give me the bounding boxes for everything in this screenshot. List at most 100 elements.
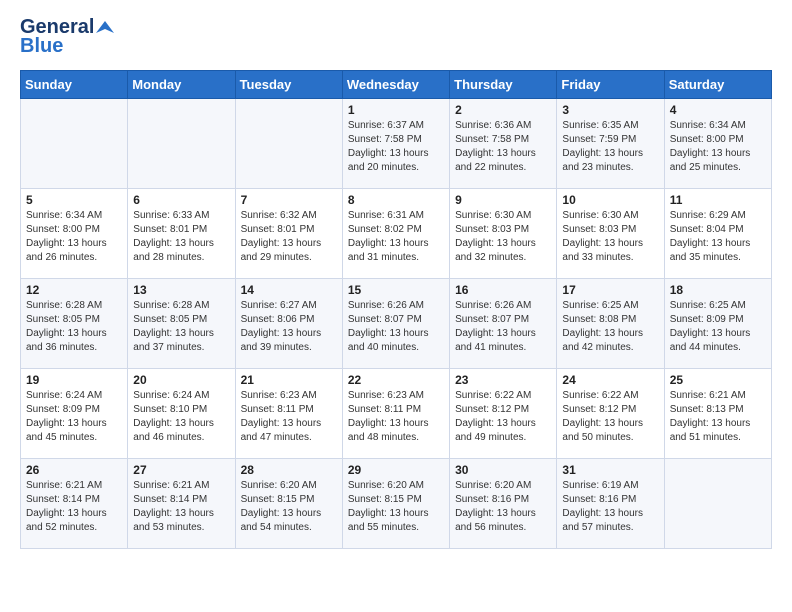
calendar-cell: 2 Sunrise: 6:36 AM Sunset: 7:58 PM Daylig… bbox=[450, 99, 557, 189]
calendar-cell: 15 Sunrise: 6:26 AM Sunset: 8:07 PM Dayli… bbox=[342, 279, 449, 369]
day-info: Sunrise: 6:28 AM Sunset: 8:05 PM Dayligh… bbox=[133, 299, 229, 355]
calendar-cell: 21 Sunrise: 6:23 AM Sunset: 8:11 PM Dayli… bbox=[235, 369, 342, 459]
day-info: Sunrise: 6:27 AM Sunset: 8:06 PM Dayligh… bbox=[241, 299, 337, 355]
day-info: Sunrise: 6:30 AM Sunset: 8:03 PM Dayligh… bbox=[562, 209, 658, 265]
day-number: 2 bbox=[455, 103, 551, 117]
day-info: Sunrise: 6:25 AM Sunset: 8:08 PM Dayligh… bbox=[562, 299, 658, 355]
calendar-cell: 26 Sunrise: 6:21 AM Sunset: 8:14 PM Dayli… bbox=[21, 459, 128, 549]
calendar-cell: 18 Sunrise: 6:25 AM Sunset: 8:09 PM Dayli… bbox=[664, 279, 771, 369]
day-number: 6 bbox=[133, 193, 229, 207]
calendar-cell: 6 Sunrise: 6:33 AM Sunset: 8:01 PM Daylig… bbox=[128, 189, 235, 279]
day-info: Sunrise: 6:37 AM Sunset: 7:58 PM Dayligh… bbox=[348, 119, 444, 175]
calendar-cell: 13Sunrise: 6:28 AM Sunset: 8:05 PM Dayli… bbox=[128, 279, 235, 369]
day-number: 7 bbox=[241, 193, 337, 207]
logo-bird-icon bbox=[96, 19, 114, 37]
week-row-3: 12 Sunrise: 6:28 AM Sunset: 8:05 PM Dayli… bbox=[21, 279, 772, 369]
day-info: Sunrise: 6:21 AM Sunset: 8:14 PM Dayligh… bbox=[26, 479, 122, 535]
day-number: 28 bbox=[241, 463, 337, 477]
day-number: 12 bbox=[26, 283, 122, 297]
day-number: 5 bbox=[26, 193, 122, 207]
calendar-cell: 4 Sunrise: 6:34 AM Sunset: 8:00 PM Daylig… bbox=[664, 99, 771, 189]
calendar-cell: 17 Sunrise: 6:25 AM Sunset: 8:08 PM Dayli… bbox=[557, 279, 664, 369]
day-number: 17 bbox=[562, 283, 658, 297]
calendar-cell: 24Sunrise: 6:22 AM Sunset: 8:12 PM Dayli… bbox=[557, 369, 664, 459]
day-info: Sunrise: 6:30 AM Sunset: 8:03 PM Dayligh… bbox=[455, 209, 551, 265]
day-info: Sunrise: 6:23 AM Sunset: 8:11 PM Dayligh… bbox=[348, 389, 444, 445]
day-number: 21 bbox=[241, 373, 337, 387]
day-info: Sunrise: 6:32 AM Sunset: 8:01 PM Dayligh… bbox=[241, 209, 337, 265]
day-number: 26 bbox=[26, 463, 122, 477]
calendar-cell: 11 Sunrise: 6:29 AM Sunset: 8:04 PM Dayli… bbox=[664, 189, 771, 279]
calendar-cell: 31 Sunrise: 6:19 AM Sunset: 8:16 PM Dayli… bbox=[557, 459, 664, 549]
calendar-cell: 25 Sunrise: 6:21 AM Sunset: 8:13 PM Dayli… bbox=[664, 369, 771, 459]
day-number: 1 bbox=[348, 103, 444, 117]
day-info: Sunrise: 6:20 AM Sunset: 8:15 PM Dayligh… bbox=[241, 479, 337, 535]
calendar-cell: 23 Sunrise: 6:22 AM Sunset: 8:12 PM Dayli… bbox=[450, 369, 557, 459]
calendar-cell: 28 Sunrise: 6:20 AM Sunset: 8:15 PM Dayli… bbox=[235, 459, 342, 549]
day-number: 31 bbox=[562, 463, 658, 477]
calendar-cell bbox=[21, 99, 128, 189]
day-number: 10 bbox=[562, 193, 658, 207]
calendar-cell: 5Sunrise: 6:34 AM Sunset: 8:00 PM Daylig… bbox=[21, 189, 128, 279]
calendar-cell: 9 Sunrise: 6:30 AM Sunset: 8:03 PM Daylig… bbox=[450, 189, 557, 279]
day-info: Sunrise: 6:25 AM Sunset: 8:09 PM Dayligh… bbox=[670, 299, 766, 355]
day-number: 3 bbox=[562, 103, 658, 117]
day-number: 30 bbox=[455, 463, 551, 477]
day-number: 11 bbox=[670, 193, 766, 207]
calendar-cell: 20Sunrise: 6:24 AM Sunset: 8:10 PM Dayli… bbox=[128, 369, 235, 459]
calendar-cell: 27 Sunrise: 6:21 AM Sunset: 8:14 PM Dayli… bbox=[128, 459, 235, 549]
day-number: 29 bbox=[348, 463, 444, 477]
day-info: Sunrise: 6:20 AM Sunset: 8:15 PM Dayligh… bbox=[348, 479, 444, 535]
day-number: 22 bbox=[348, 373, 444, 387]
day-number: 9 bbox=[455, 193, 551, 207]
logo: General Blue bbox=[20, 16, 114, 58]
logo-blue: Blue bbox=[20, 35, 63, 58]
col-header-tuesday: Tuesday bbox=[235, 71, 342, 99]
week-row-4: 19Sunrise: 6:24 AM Sunset: 8:09 PM Dayli… bbox=[21, 369, 772, 459]
day-info: Sunrise: 6:29 AM Sunset: 8:04 PM Dayligh… bbox=[670, 209, 766, 265]
calendar-cell: 22 Sunrise: 6:23 AM Sunset: 8:11 PM Dayli… bbox=[342, 369, 449, 459]
day-info: Sunrise: 6:21 AM Sunset: 8:14 PM Dayligh… bbox=[133, 479, 229, 535]
day-info: Sunrise: 6:23 AM Sunset: 8:11 PM Dayligh… bbox=[241, 389, 337, 445]
col-header-friday: Friday bbox=[557, 71, 664, 99]
day-number: 15 bbox=[348, 283, 444, 297]
day-info: Sunrise: 6:21 AM Sunset: 8:13 PM Dayligh… bbox=[670, 389, 766, 445]
day-info: Sunrise: 6:33 AM Sunset: 8:01 PM Dayligh… bbox=[133, 209, 229, 265]
day-info: Sunrise: 6:35 AM Sunset: 7:59 PM Dayligh… bbox=[562, 119, 658, 175]
day-number: 4 bbox=[670, 103, 766, 117]
day-number: 8 bbox=[348, 193, 444, 207]
day-info: Sunrise: 6:26 AM Sunset: 8:07 PM Dayligh… bbox=[455, 299, 551, 355]
col-header-saturday: Saturday bbox=[664, 71, 771, 99]
col-header-sunday: Sunday bbox=[21, 71, 128, 99]
calendar-cell bbox=[235, 99, 342, 189]
day-info: Sunrise: 6:34 AM Sunset: 8:00 PM Dayligh… bbox=[670, 119, 766, 175]
day-number: 25 bbox=[670, 373, 766, 387]
header-row: SundayMondayTuesdayWednesdayThursdayFrid… bbox=[21, 71, 772, 99]
day-number: 27 bbox=[133, 463, 229, 477]
calendar-cell bbox=[128, 99, 235, 189]
week-row-1: 1 Sunrise: 6:37 AM Sunset: 7:58 PM Daylig… bbox=[21, 99, 772, 189]
day-number: 23 bbox=[455, 373, 551, 387]
day-info: Sunrise: 6:20 AM Sunset: 8:16 PM Dayligh… bbox=[455, 479, 551, 535]
day-number: 24 bbox=[562, 373, 658, 387]
calendar-cell: 12 Sunrise: 6:28 AM Sunset: 8:05 PM Dayli… bbox=[21, 279, 128, 369]
calendar-cell: 19Sunrise: 6:24 AM Sunset: 8:09 PM Dayli… bbox=[21, 369, 128, 459]
week-row-5: 26 Sunrise: 6:21 AM Sunset: 8:14 PM Dayli… bbox=[21, 459, 772, 549]
col-header-wednesday: Wednesday bbox=[342, 71, 449, 99]
day-info: Sunrise: 6:22 AM Sunset: 8:12 PM Dayligh… bbox=[455, 389, 551, 445]
page-header: General Blue bbox=[20, 16, 772, 58]
calendar-cell: 1 Sunrise: 6:37 AM Sunset: 7:58 PM Daylig… bbox=[342, 99, 449, 189]
day-info: Sunrise: 6:28 AM Sunset: 8:05 PM Dayligh… bbox=[26, 299, 122, 355]
day-info: Sunrise: 6:36 AM Sunset: 7:58 PM Dayligh… bbox=[455, 119, 551, 175]
week-row-2: 5Sunrise: 6:34 AM Sunset: 8:00 PM Daylig… bbox=[21, 189, 772, 279]
calendar-cell: 30 Sunrise: 6:20 AM Sunset: 8:16 PM Dayli… bbox=[450, 459, 557, 549]
calendar-cell: 10 Sunrise: 6:30 AM Sunset: 8:03 PM Dayli… bbox=[557, 189, 664, 279]
calendar-cell: 3 Sunrise: 6:35 AM Sunset: 7:59 PM Daylig… bbox=[557, 99, 664, 189]
day-number: 19 bbox=[26, 373, 122, 387]
day-info: Sunrise: 6:19 AM Sunset: 8:16 PM Dayligh… bbox=[562, 479, 658, 535]
day-number: 18 bbox=[670, 283, 766, 297]
day-number: 20 bbox=[133, 373, 229, 387]
day-info: Sunrise: 6:26 AM Sunset: 8:07 PM Dayligh… bbox=[348, 299, 444, 355]
col-header-thursday: Thursday bbox=[450, 71, 557, 99]
calendar-cell bbox=[664, 459, 771, 549]
